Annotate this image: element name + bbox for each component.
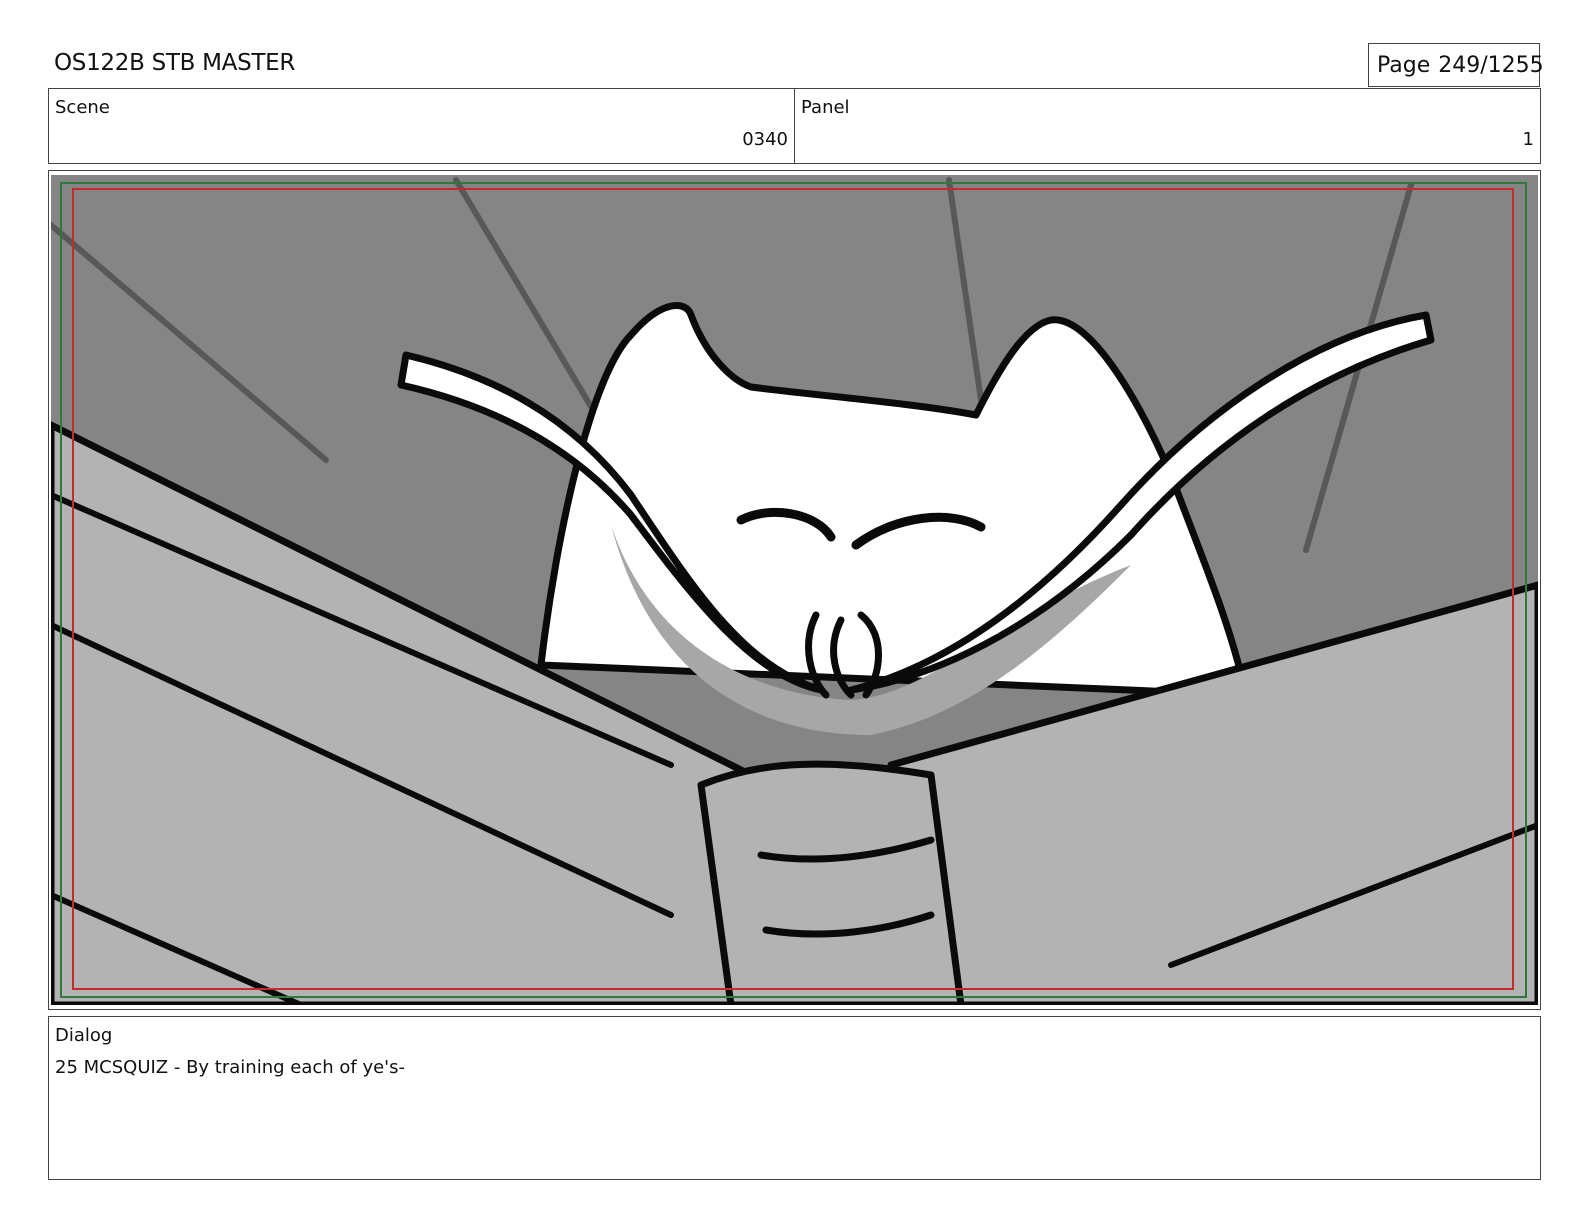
book-spine <box>697 760 965 1005</box>
scene-number: 0340 <box>742 129 788 150</box>
scene-label: Scene <box>55 97 110 118</box>
storyboard-frame <box>48 170 1541 1010</box>
page-indicator: Page 249/1255 <box>1368 43 1544 87</box>
page-label: Page <box>1377 53 1431 78</box>
dialog-label: Dialog <box>55 1025 113 1046</box>
panel-cell: Panel 1 <box>794 89 1540 163</box>
dialog-box: Dialog 25 MCSQUIZ - By training each of … <box>48 1016 1541 1180</box>
panel-label: Panel <box>801 97 850 118</box>
dialog-text: 25 MCSQUIZ - By training each of ye's- <box>55 1057 405 1078</box>
scene-panel-row: Scene 0340 Panel 1 <box>48 88 1541 164</box>
storyboard-drawing <box>51 175 1538 1005</box>
scene-cell: Scene 0340 <box>49 89 794 163</box>
page-number: 249/1255 <box>1438 53 1544 78</box>
document-title: OS122B STB MASTER <box>54 50 296 76</box>
panel-number: 1 <box>1522 129 1534 150</box>
